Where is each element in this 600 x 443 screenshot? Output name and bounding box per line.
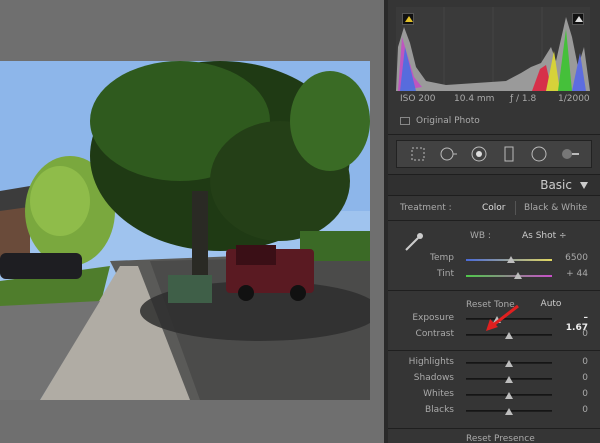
iso-info: ISO 200 bbox=[400, 94, 436, 104]
crop-icon[interactable] bbox=[409, 145, 427, 163]
blacks-label: Blacks bbox=[424, 405, 454, 415]
reset-tone-button[interactable]: Reset Tone bbox=[466, 300, 515, 310]
tint-slider-track[interactable] bbox=[466, 275, 552, 277]
whites-value[interactable]: 0 bbox=[560, 389, 588, 399]
basic-title: Basic bbox=[540, 178, 572, 192]
tint-value[interactable]: + 44 bbox=[560, 269, 588, 279]
shadows-value[interactable]: 0 bbox=[560, 373, 588, 383]
shutter-info: 1/2000 bbox=[558, 94, 590, 104]
highlight-clipping-icon[interactable] bbox=[572, 13, 584, 25]
exposure-slider-thumb[interactable] bbox=[492, 316, 501, 323]
shadows-slider-thumb[interactable] bbox=[505, 376, 513, 383]
shadow-clipping-icon[interactable] bbox=[402, 13, 414, 25]
histogram[interactable] bbox=[396, 7, 590, 91]
wb-select[interactable]: As Shot ÷ bbox=[522, 231, 567, 241]
temp-label: Temp bbox=[430, 253, 454, 263]
whites-label: Whites bbox=[423, 389, 454, 399]
radial-filter-icon[interactable] bbox=[530, 145, 548, 163]
graduated-filter-icon[interactable] bbox=[500, 145, 518, 163]
contrast-slider-thumb[interactable] bbox=[505, 332, 513, 339]
contrast-value[interactable]: 0 bbox=[560, 329, 588, 339]
basic-panel-header[interactable]: Basic bbox=[388, 174, 600, 196]
reset-presence-button[interactable]: Reset Presence bbox=[466, 434, 535, 443]
treatment-bw-button[interactable]: Black & White bbox=[524, 203, 587, 213]
treatment-color-button[interactable]: Color bbox=[482, 203, 506, 213]
shadows-label: Shadows bbox=[413, 373, 454, 383]
exposure-slider-track[interactable] bbox=[466, 318, 552, 320]
exposure-label: Exposure bbox=[412, 313, 454, 323]
temp-slider-thumb[interactable] bbox=[506, 256, 515, 263]
tint-slider-thumb[interactable] bbox=[513, 272, 522, 279]
original-photo-label: Original Photo bbox=[416, 116, 480, 126]
spot-removal-icon[interactable] bbox=[439, 145, 458, 163]
blacks-slider-thumb[interactable] bbox=[505, 408, 513, 415]
auto-tone-button[interactable]: Auto bbox=[534, 297, 568, 311]
photo-preview[interactable] bbox=[0, 61, 370, 400]
aperture-info: ƒ / 1.8 bbox=[510, 94, 537, 104]
tool-strip bbox=[396, 140, 592, 168]
treatment-row: Treatment : Color Black & White bbox=[400, 201, 590, 215]
develop-panel: ISO 200 10.4 mm ƒ / 1.8 1/2000 Original … bbox=[384, 0, 600, 443]
photo-canvas[interactable] bbox=[0, 0, 384, 443]
highlights-slider-thumb[interactable] bbox=[505, 360, 513, 367]
wb-label: WB : bbox=[470, 231, 491, 241]
contrast-label: Contrast bbox=[415, 329, 454, 339]
highlights-value[interactable]: 0 bbox=[560, 357, 588, 367]
treatment-label: Treatment : bbox=[400, 203, 452, 213]
whites-slider-thumb[interactable] bbox=[505, 392, 513, 399]
original-photo-icon bbox=[400, 117, 410, 125]
collapse-triangle-icon[interactable] bbox=[580, 182, 588, 189]
highlights-label: Highlights bbox=[408, 357, 454, 367]
red-eye-icon[interactable] bbox=[470, 145, 488, 163]
temp-value[interactable]: 6500 bbox=[560, 253, 588, 263]
eyedropper-icon[interactable] bbox=[402, 230, 426, 254]
blacks-value[interactable]: 0 bbox=[560, 405, 588, 415]
original-photo-toggle[interactable]: Original Photo bbox=[400, 116, 480, 126]
tint-label: Tint bbox=[437, 269, 454, 279]
adjustment-brush-icon[interactable] bbox=[561, 145, 579, 163]
focal-info: 10.4 mm bbox=[454, 94, 495, 104]
